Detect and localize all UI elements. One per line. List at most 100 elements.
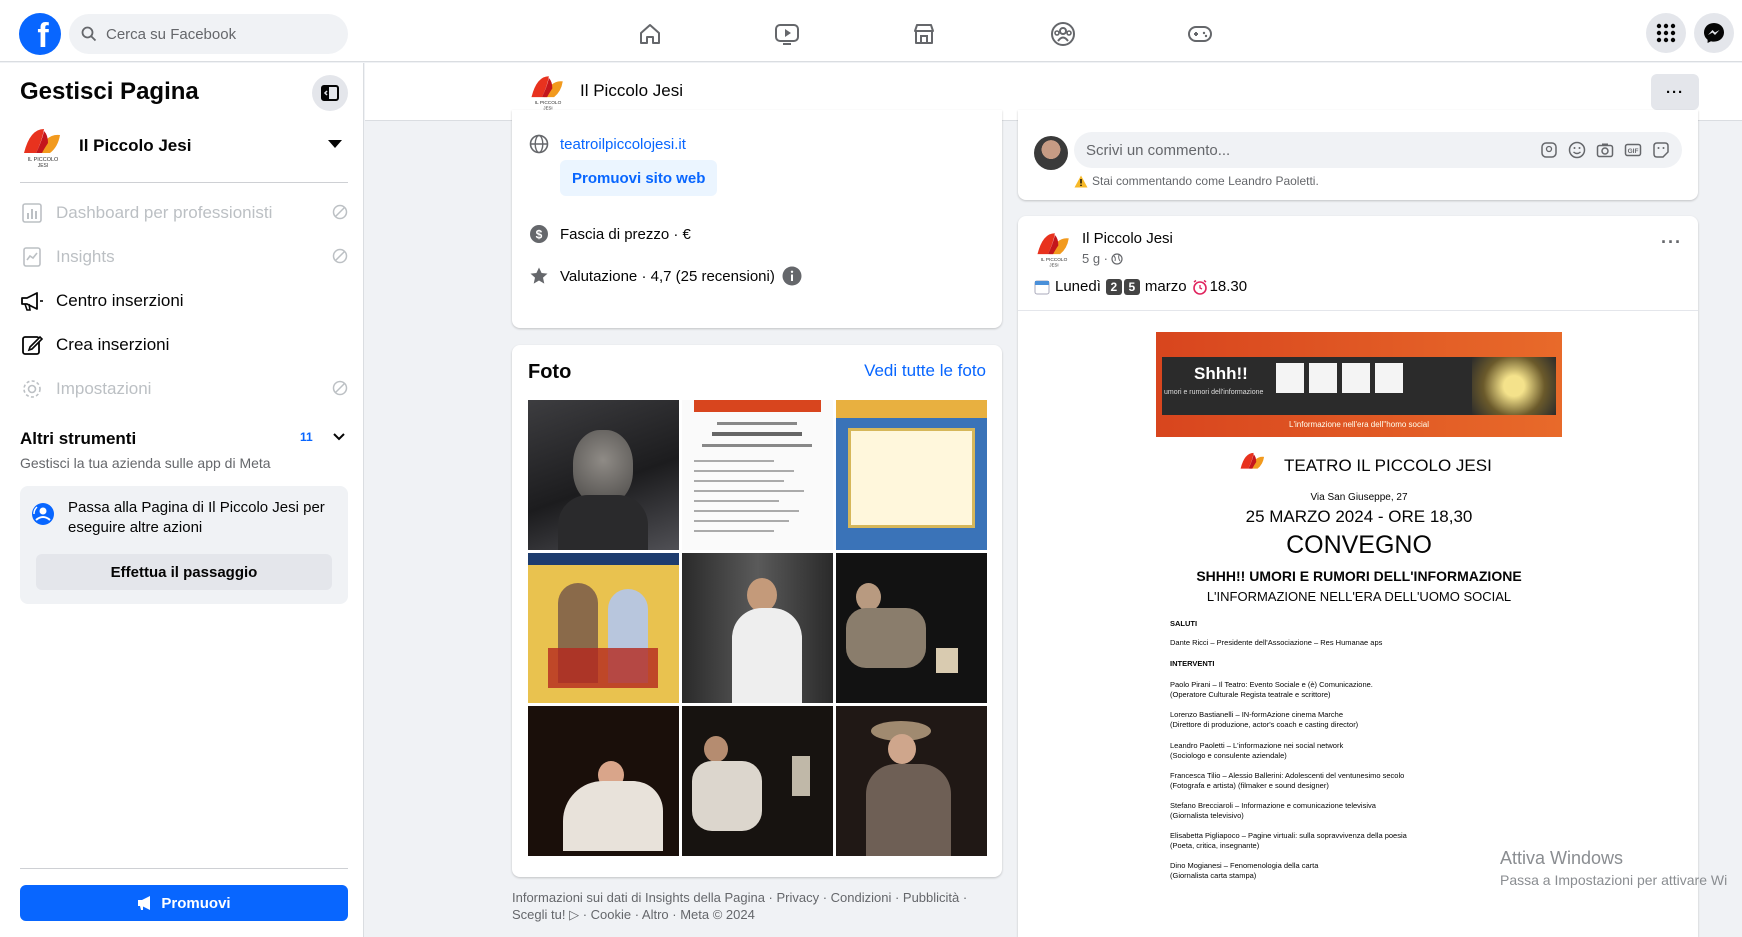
website-link[interactable]: teatroilpiccolojesi.it (560, 136, 686, 153)
poster-brand: Shhh!! (1194, 364, 1248, 383)
post-more-options-button[interactable]: ··· (1661, 232, 1682, 253)
home-icon[interactable] (636, 20, 664, 48)
promote-button[interactable]: Promuovi (20, 885, 348, 921)
photo-thumbnail[interactable] (836, 706, 987, 856)
camera-icon[interactable] (1596, 141, 1614, 159)
sidebar-item-dashboard: Dashboard per professionisti (20, 193, 348, 233)
photo-thumbnail[interactable] (682, 706, 833, 856)
poster-speaker-role: (Direttore di produzione, actor's coach … (1170, 720, 1359, 729)
switch-profile-icon (32, 503, 54, 525)
unavailable-icon (332, 204, 348, 220)
keycap-digit: 2 (1105, 278, 1122, 295)
poster-section-title: INTERVENTI (1170, 659, 1215, 668)
poster-subheadline: L'INFORMAZIONE NELL'ERA DELL'UOMO SOCIAL (1206, 589, 1512, 604)
megaphone-icon (138, 896, 151, 910)
price-range-row: $ Fascia di prezzo · € (528, 223, 691, 245)
comment-input[interactable] (1086, 141, 1526, 159)
event-poster-image[interactable]: Shhh!! umori e rumori dell'informazione … (1156, 332, 1562, 937)
sidebar-item-settings: Impostazioni (20, 369, 348, 409)
website-row: teatroilpiccolojesi.it (528, 133, 686, 155)
megaphone-icon (20, 289, 44, 313)
unavailable-icon (332, 248, 348, 264)
chevron-down-icon[interactable] (333, 433, 345, 441)
sidebar-item-insights: Insights (20, 237, 348, 277)
groups-icon[interactable] (1049, 20, 1077, 48)
keycap-digit: 5 (1123, 278, 1140, 295)
sidebar-item-label: Centro inserzioni (56, 291, 184, 310)
poster-theatre-name: TEATRO IL PICCOLO JESI (1284, 456, 1492, 475)
photo-thumbnail[interactable] (836, 553, 987, 703)
rating-text: Valutazione · 4,7 (25 recensioni) (560, 267, 775, 285)
comment-composer-card: GIF Stai commentando come Leandro Paolet… (1018, 110, 1698, 200)
photo-thumbnail[interactable] (682, 400, 833, 550)
sidebar-item-ad-center[interactable]: Centro inserzioni (20, 281, 348, 321)
poster-speaker-role: (Operatore Culturale Regista teatrale e … (1170, 690, 1331, 699)
footer-links[interactable]: Informazioni sui dati di Insights della … (512, 889, 1002, 923)
other-tools-badge: 11 (300, 430, 313, 444)
photo-thumbnail[interactable] (682, 553, 833, 703)
gif-icon[interactable]: GIF (1624, 141, 1642, 159)
photo-thumbnail[interactable] (528, 706, 679, 856)
intro-info-card: teatroilpiccolojesi.it Promuovi sito web… (512, 110, 1002, 328)
photos-title: Foto (528, 361, 572, 383)
other-tools-title[interactable]: Altri strumenti (20, 429, 136, 449)
poster-convegno: CONVEGNO (1286, 531, 1432, 559)
gear-icon (20, 377, 44, 401)
star-icon (528, 265, 550, 287)
sidebar-item-create-ads[interactable]: Crea inserzioni (20, 325, 348, 365)
poster-date: 25 MARZO 2024 - ORE 18,30 (1245, 507, 1473, 526)
post-author-avatar[interactable]: IL PICCOLO JESI (1034, 228, 1074, 268)
manage-page-sidebar: Gestisci Pagina IL PICCOLO JESI Il Piccol… (0, 63, 364, 937)
promote-website-button[interactable]: Promuovi sito web (560, 160, 718, 196)
sidebar-title: Gestisci Pagina (20, 78, 199, 105)
poster-speaker-role: (Giornalista televisivo) (1170, 811, 1244, 820)
rating-row: Valutazione · 4,7 (25 recensioni) (528, 265, 802, 287)
other-tools-subtitle: Gestisci la tua azienda sulle app di Met… (20, 455, 271, 471)
poster-speaker-role: (Fotografa e artista) (filmaker e sound … (1170, 781, 1329, 790)
poster-tagline: L'informazione nell'era dell''homo socia… (1289, 420, 1429, 429)
search-input[interactable] (106, 25, 326, 43)
poster-speaker-line: Elisabetta Pigliapoco – Pagine virtuali:… (1170, 831, 1407, 840)
post-time[interactable]: 5 g · (1082, 251, 1108, 266)
poster-speaker-line: Leandro Paoletti – L'informazione nei so… (1170, 741, 1344, 750)
gaming-icon[interactable] (1186, 20, 1214, 48)
page-switcher[interactable]: IL PICCOLO JESI Il Piccolo Jesi (20, 118, 348, 174)
post-card: IL PICCOLO JESI Il Piccolo Jesi 5 g · ···… (1018, 216, 1698, 937)
comment-box[interactable]: GIF (1074, 132, 1682, 168)
edit-icon (20, 333, 44, 357)
menu-grid-icon[interactable] (1646, 13, 1686, 53)
switch-profile-button[interactable]: Effettua il passaggio (36, 554, 332, 590)
poster-speaker-line: Dino Mogianesi – Fenomenologia della car… (1170, 861, 1319, 870)
page-more-options-button[interactable]: ··· (1651, 74, 1699, 110)
info-icon[interactable] (782, 266, 802, 286)
price-range-text: Fascia di prezzo · € (560, 225, 691, 243)
svg-text:JESI: JESI (1049, 262, 1058, 267)
top-navigation-bar: f (0, 0, 1742, 62)
marketplace-icon[interactable] (910, 20, 938, 48)
calendar-icon (1034, 280, 1050, 294)
sidebar-item-label: Impostazioni (56, 379, 152, 398)
photo-thumbnail[interactable] (528, 553, 679, 703)
sidebar-collapse-icon[interactable] (312, 75, 348, 111)
user-avatar[interactable] (1034, 136, 1068, 170)
facebook-logo-icon[interactable]: f (19, 13, 61, 55)
sticker-avatar-icon[interactable] (1540, 141, 1558, 159)
messenger-icon[interactable] (1694, 13, 1734, 53)
video-icon[interactable] (773, 20, 801, 48)
post-day: Lunedì (1055, 278, 1101, 295)
price-icon: $ (528, 223, 550, 245)
photos-card: Foto Vedi tutte le foto (512, 345, 1002, 877)
emoji-icon[interactable] (1568, 141, 1586, 159)
photo-thumbnail[interactable] (836, 400, 987, 550)
caret-down-icon[interactable] (328, 140, 342, 148)
post-author-name[interactable]: Il Piccolo Jesi (1082, 230, 1173, 247)
sidebar-item-label: Dashboard per professionisti (56, 203, 273, 222)
search-bar[interactable] (69, 14, 348, 54)
svg-text:JESI: JESI (38, 163, 49, 169)
sticker-icon[interactable] (1652, 141, 1670, 159)
photo-thumbnail[interactable] (528, 400, 679, 550)
sponsor-logos (1276, 363, 1403, 393)
page-header-name: Il Piccolo Jesi (580, 81, 683, 100)
see-all-photos-link[interactable]: Vedi tutte le foto (864, 361, 986, 381)
divider (20, 868, 348, 869)
